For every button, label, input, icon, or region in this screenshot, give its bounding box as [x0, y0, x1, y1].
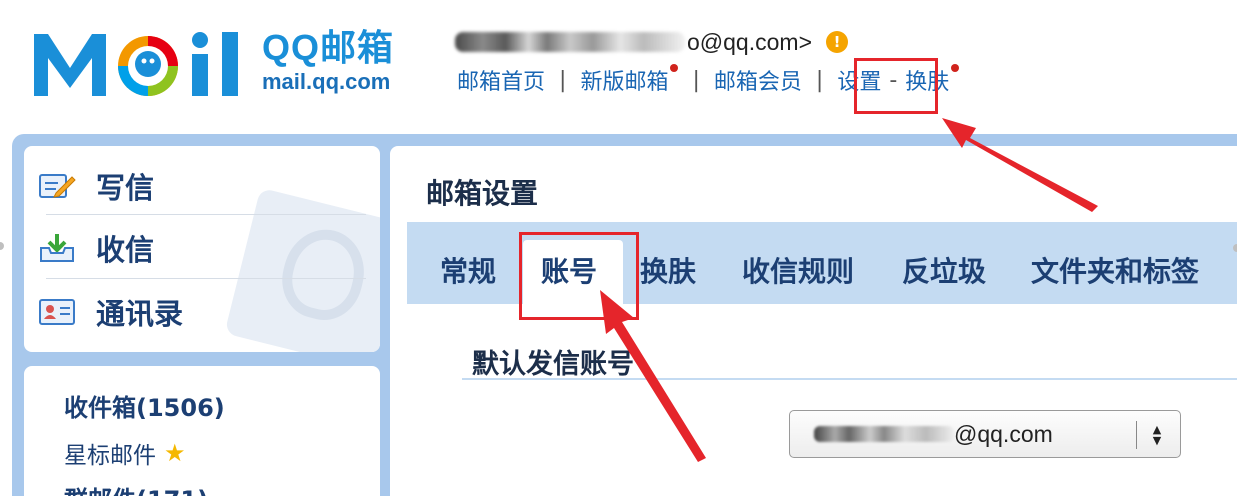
edge-dot [1233, 244, 1237, 252]
nav-separator: - [889, 67, 898, 93]
nav-separator: | [815, 67, 824, 93]
compose-label: 写信 [96, 171, 155, 205]
new-dot-icon [670, 64, 679, 72]
logo-url-text: mail.qq.com [262, 69, 391, 94]
folder-group-mail[interactable]: 群邮件(171) [64, 480, 208, 496]
redacted-email [455, 32, 685, 52]
user-account: o@qq.com> ! [455, 27, 848, 57]
warning-icon[interactable]: ! [826, 31, 848, 53]
contacts-button[interactable]: 通讯录 [38, 284, 338, 340]
nav-settings[interactable]: 设置 [837, 64, 881, 96]
mail-logo-icon [34, 32, 238, 96]
selected-account-suffix: @qq.com [954, 420, 1053, 447]
folder-starred[interactable]: 星标邮件 ★ [64, 436, 186, 470]
logo-qq-text: QQ邮箱 [262, 27, 395, 68]
section-underline [462, 378, 1237, 380]
tab-receive-rules[interactable]: 收信规则 [742, 250, 854, 290]
compose-button[interactable]: 写信 [38, 158, 338, 214]
folder-list [24, 366, 380, 496]
tab-anti-spam[interactable]: 反垃圾 [902, 250, 986, 290]
contacts-label: 通讯录 [96, 297, 184, 331]
divider [46, 214, 366, 215]
qq-mail-logo[interactable]: QQ邮箱 mail.qq.com [30, 24, 420, 104]
page-title: 邮箱设置 [426, 177, 539, 210]
tab-folders-labels[interactable]: 文件夹和标签 [1031, 250, 1199, 290]
nav-skin[interactable]: 换肤 [905, 64, 949, 96]
section-heading: 默认发信账号 [472, 349, 634, 380]
nav-mail-home[interactable]: 邮箱首页 [457, 64, 545, 96]
nav-vip-member[interactable]: 邮箱会员 [714, 64, 802, 96]
tab-general[interactable]: 常规 [440, 250, 496, 290]
receive-mail-button[interactable]: 收信 [38, 220, 338, 276]
tab-account[interactable]: 账号 [541, 250, 597, 290]
folder-starred-label: 星标邮件 [64, 443, 156, 469]
compose-icon [38, 171, 76, 201]
inbox-download-icon [38, 233, 76, 263]
select-arrows-icon: ▲ ▼ [1152, 423, 1162, 447]
new-dot-icon [951, 64, 960, 72]
select-divider [1136, 421, 1137, 449]
edge-dot [0, 242, 4, 250]
top-nav: 邮箱首页 | 新版邮箱 | 邮箱会员 | 设置 - 换肤 [457, 64, 960, 96]
default-account-select[interactable]: @qq.com ▲ ▼ [789, 410, 1181, 458]
tab-skin[interactable]: 换肤 [640, 250, 696, 290]
folder-inbox[interactable]: 收件箱(1506) [64, 388, 225, 423]
user-email-suffix: o@qq.com> [687, 28, 812, 55]
redacted-account [814, 426, 954, 442]
nav-separator: | [692, 67, 700, 93]
divider [46, 278, 366, 279]
star-icon: ★ [164, 439, 186, 467]
contacts-card-icon [38, 297, 76, 327]
receive-mail-label: 收信 [96, 233, 155, 267]
nav-new-mail[interactable]: 新版邮箱 [580, 64, 668, 96]
nav-separator: | [559, 67, 567, 93]
